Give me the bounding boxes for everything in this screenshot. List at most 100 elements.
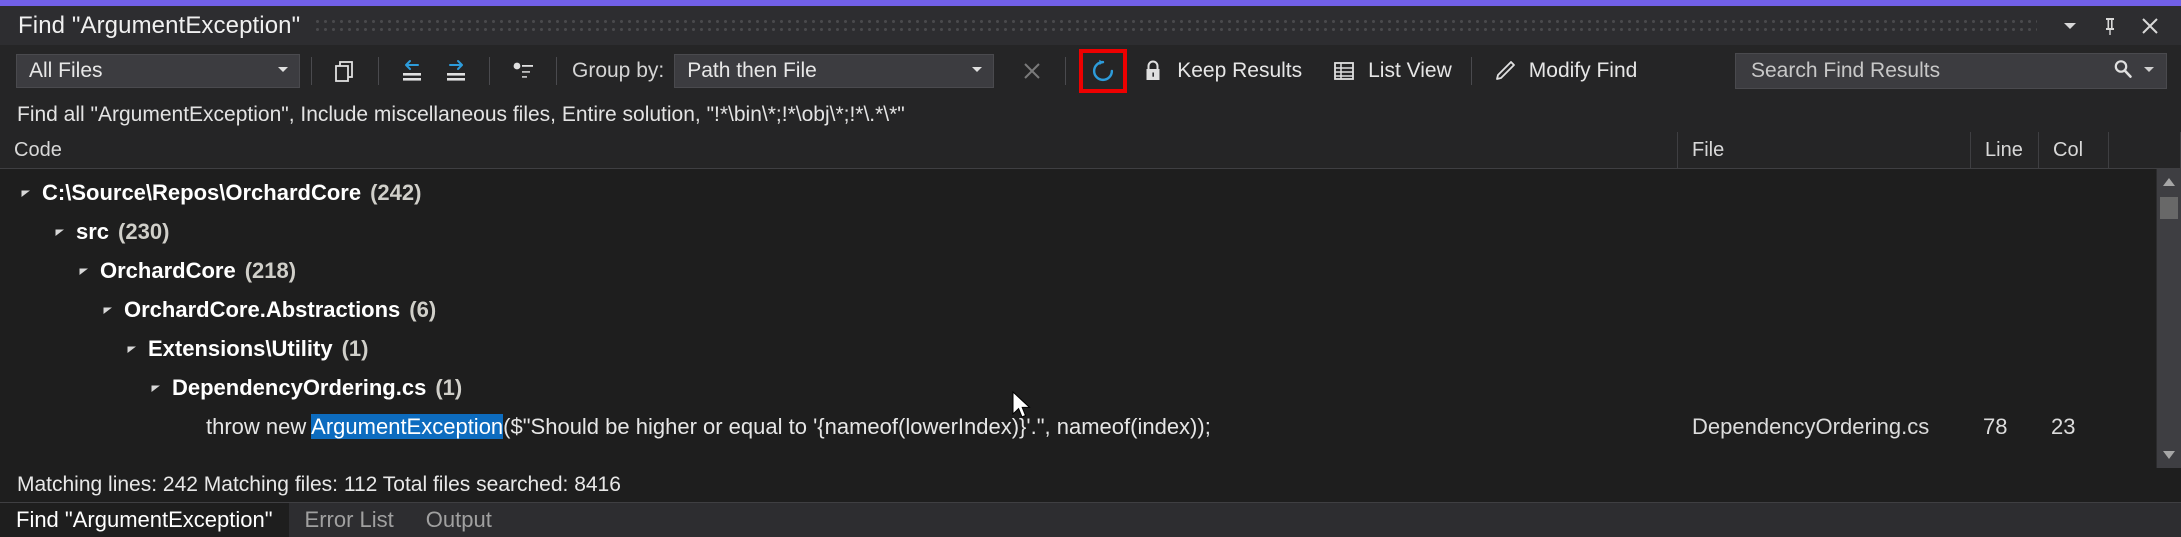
column-header-filler (2109, 132, 2181, 168)
expand-all-button[interactable] (434, 53, 478, 89)
tree-node-count: (230) (118, 218, 170, 244)
chevron-down-icon (2064, 22, 2076, 29)
scroll-up-button[interactable] (2157, 169, 2181, 195)
modify-find-button[interactable]: Modify Find (1483, 53, 1646, 89)
window-dropdown-button[interactable] (2053, 11, 2087, 41)
chevron-down-icon[interactable] (2142, 62, 2156, 81)
files-filter-value: All Files (29, 59, 103, 82)
tree-node-row[interactable]: C:\Source\Repos\OrchardCore (242) (0, 173, 2156, 212)
toolwindow-drag-handle[interactable] (316, 16, 2037, 35)
expander-triangle-icon[interactable] (74, 261, 94, 281)
tab-find-results[interactable]: Find "ArgumentException" (0, 503, 289, 537)
modify-find-label: Modify Find (1528, 59, 1638, 82)
tree-node-count: (6) (409, 296, 437, 322)
group-by-value: Path then File (687, 59, 817, 82)
tree-node-row[interactable]: DependencyOrdering.cs (1) (0, 368, 2156, 407)
keep-results-label: Keep Results (1177, 59, 1303, 82)
pencil-icon (1491, 57, 1519, 85)
tree-node-name: src (76, 218, 110, 244)
tree-node-count: (242) (370, 179, 422, 205)
search-box-icons (2111, 57, 2156, 86)
files-filter-dropdown[interactable]: All Files (16, 54, 300, 88)
group-by-label: Group by: (572, 59, 665, 82)
pin-icon (2106, 17, 2114, 35)
arrow-right-lines-icon (442, 57, 470, 85)
toolbar-separator (489, 57, 490, 85)
expander-triangle-icon[interactable] (122, 339, 142, 359)
search-find-results-box[interactable] (1735, 53, 2167, 89)
tree-node-count: (1) (341, 335, 369, 361)
expander-triangle-icon[interactable] (16, 183, 36, 203)
column-header-code[interactable]: Code (0, 132, 1678, 168)
stop-search-button[interactable] (1010, 53, 1054, 89)
tree-node-count: (1) (435, 374, 463, 400)
scrollbar-track[interactable] (2157, 219, 2181, 442)
bottom-tabstrip: Find "ArgumentException" Error List Outp… (0, 502, 2181, 537)
list-view-label: List View (1368, 59, 1452, 82)
tab-output[interactable]: Output (410, 503, 508, 537)
toolbar-separator (1470, 57, 1472, 85)
scroll-down-button[interactable] (2157, 442, 2181, 468)
window-pin-button[interactable] (2093, 11, 2127, 41)
query-summary: Find all "ArgumentException", Include mi… (0, 97, 2181, 132)
tree-node-row[interactable]: Extensions\Utility (1) (0, 329, 2156, 368)
list-view-button[interactable]: List View (1322, 53, 1460, 89)
toolbar-separator (311, 57, 312, 85)
match-highlight: ArgumentException (311, 413, 504, 439)
tree-node-name: C:\Source\Repos\OrchardCore (42, 179, 362, 205)
chevron-down-icon (955, 59, 985, 83)
tab-error-list[interactable]: Error List (289, 503, 410, 537)
chevron-down-icon (261, 59, 291, 83)
expander-triangle-icon[interactable] (50, 222, 70, 242)
toolbar-separator (556, 57, 557, 85)
find-results-toolbar: All Files Group by: Path then File Keep … (0, 45, 2181, 97)
results-column-header: Code File Line Col (0, 132, 2181, 169)
close-icon (1018, 57, 1046, 85)
toolbar-separator (1065, 57, 1067, 85)
results-tree[interactable]: C:\Source\Repos\OrchardCore (242) src (2… (0, 169, 2156, 468)
tree-node-name: Extensions\Utility (148, 335, 333, 361)
group-by-dropdown[interactable]: Path then File (674, 54, 995, 88)
match-col: 23 (2051, 413, 2076, 439)
toolbar-separator (378, 57, 379, 85)
result-match-row[interactable]: throw new ArgumentException($"Should be … (0, 407, 2156, 446)
window-title: Find "ArgumentException" (18, 11, 301, 39)
tree-node-name: OrchardCore (100, 257, 236, 283)
magnifier-icon[interactable] (2111, 57, 2135, 86)
refresh-search-button[interactable] (1079, 49, 1128, 93)
tree-node-count: (218) (244, 257, 297, 283)
arrow-left-lines-icon (398, 57, 426, 85)
tree-node-name: DependencyOrdering.cs (172, 374, 427, 400)
match-line: 78 (1983, 413, 2008, 439)
expander-triangle-icon[interactable] (146, 378, 166, 398)
results-status-line: Matching lines: 242 Matching files: 112 … (0, 468, 2181, 502)
column-header-line[interactable]: Line (1971, 132, 2039, 168)
column-header-file[interactable]: File (1678, 132, 1971, 168)
refresh-icon (1089, 57, 1117, 85)
tree-node-name: OrchardCore.Abstractions (124, 296, 401, 322)
copy-icon (331, 57, 359, 85)
scrollbar-thumb[interactable] (2160, 197, 2178, 219)
tree-node-row[interactable]: src (230) (0, 212, 2156, 251)
window-close-button[interactable] (2133, 11, 2167, 41)
column-header-col[interactable]: Col (2039, 132, 2109, 168)
expander-triangle-icon[interactable] (98, 300, 118, 320)
copy-results-button[interactable] (323, 53, 367, 89)
tree-node-row[interactable]: OrchardCore (218) (0, 251, 2156, 290)
grid-icon (1330, 57, 1358, 85)
results-vertical-scrollbar[interactable] (2156, 169, 2181, 468)
match-code-prefix: throw new (206, 413, 312, 439)
tree-node-row[interactable]: OrchardCore.Abstractions (6) (0, 290, 2156, 329)
list-outline-icon (509, 57, 537, 85)
outline-view-button[interactable] (501, 53, 545, 89)
lock-icon (1139, 57, 1167, 85)
match-code-text: throw new ArgumentException($"Should be … (0, 413, 1678, 440)
match-code-suffix: ($"Should be higher or equal to '{nameof… (503, 413, 1211, 439)
collapse-all-button[interactable] (390, 53, 434, 89)
results-area: C:\Source\Repos\OrchardCore (242) src (2… (0, 169, 2181, 468)
find-results-window: Find "ArgumentException" All Files Group… (0, 0, 2181, 537)
window-controls (2053, 11, 2181, 41)
window-titlebar: Find "ArgumentException" (0, 6, 2181, 45)
search-input[interactable] (1749, 58, 2111, 84)
keep-results-button[interactable]: Keep Results (1131, 53, 1310, 89)
